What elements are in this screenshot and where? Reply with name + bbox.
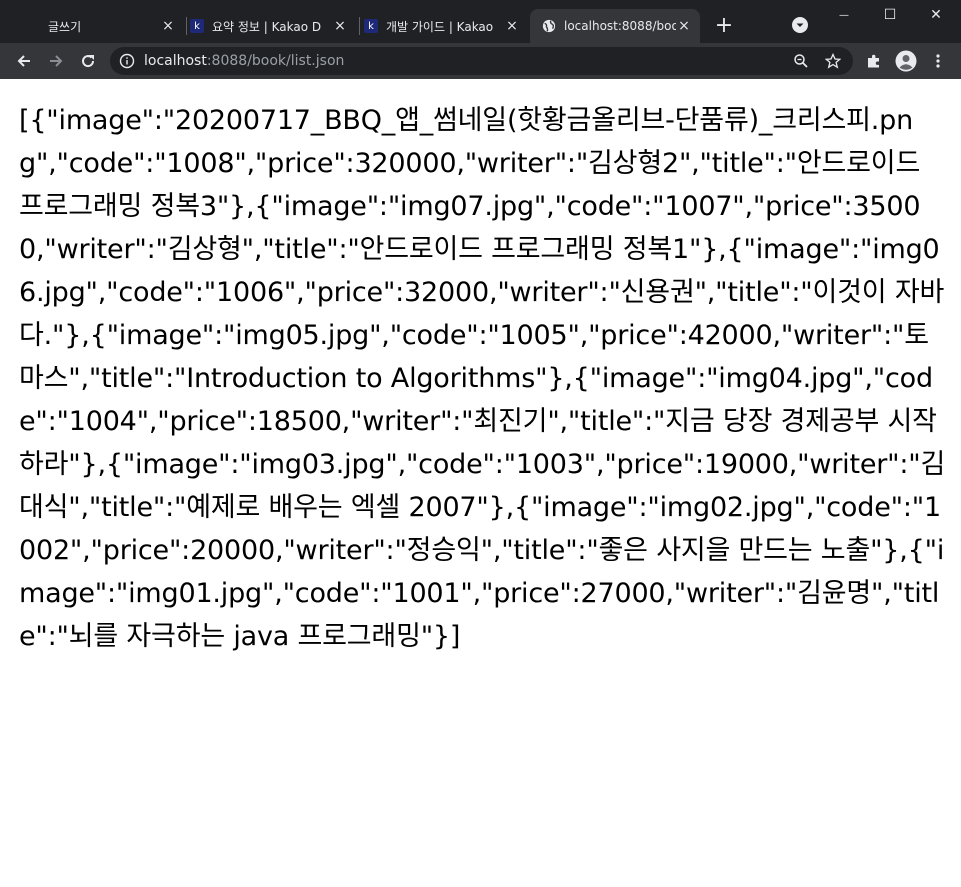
bookmark-star-icon[interactable] — [825, 53, 841, 69]
tab-separator — [186, 17, 187, 35]
browser-toolbar: localhost:8088/book/list.json — [0, 43, 961, 79]
avatar — [895, 50, 917, 72]
back-button[interactable] — [10, 47, 38, 75]
tab-kakao-summary[interactable]: k 요약 정보 | Kakao D × — [188, 9, 356, 43]
tab-title: 요약 정보 | Kakao D — [212, 19, 322, 34]
back-arrow-icon — [17, 55, 30, 67]
tab-title: 글쓰기 — [48, 19, 82, 34]
close-icon[interactable]: × — [676, 18, 692, 34]
maximize-button[interactable]: ☐ — [867, 0, 913, 30]
minimize-button[interactable]: — — [821, 0, 867, 30]
tab-kakao-guide[interactable]: k 개발 가이드 | Kakao × — [362, 9, 528, 43]
tab-title: localhost:8088/book — [564, 19, 676, 33]
tab-write[interactable]: 글쓰기 × — [8, 9, 184, 43]
close-icon[interactable]: × — [332, 18, 348, 34]
globe-icon — [542, 19, 556, 33]
tab-separator — [359, 17, 360, 35]
menu-button[interactable] — [924, 47, 952, 75]
address-bar[interactable]: localhost:8088/book/list.json — [110, 47, 853, 75]
tab-title: 개발 가이드 | Kakao — [386, 19, 494, 34]
profile-button[interactable] — [892, 47, 920, 75]
tab-localhost[interactable]: localhost:8088/book × — [530, 9, 700, 43]
url-path: :8088/book/list.json — [206, 53, 345, 69]
reload-icon — [82, 55, 95, 68]
url-text[interactable]: localhost:8088/book/list.json — [144, 53, 344, 69]
close-icon[interactable]: × — [160, 18, 176, 34]
kakao-favicon-icon: k — [364, 19, 378, 33]
url-host: localhost — [144, 53, 207, 69]
close-icon[interactable]: × — [504, 18, 520, 34]
reload-button[interactable] — [74, 47, 102, 75]
forward-arrow-icon — [50, 55, 63, 67]
new-tab-button[interactable]: + — [710, 11, 738, 39]
puzzle-icon — [868, 54, 879, 68]
window-close-button[interactable]: ✕ — [913, 0, 959, 30]
kakao-favicon-icon: k — [190, 19, 204, 33]
extensions-button[interactable] — [860, 47, 888, 75]
more-vert-icon — [936, 54, 940, 68]
forward-button[interactable] — [42, 47, 70, 75]
info-icon[interactable] — [119, 53, 135, 69]
json-response-text: [{"image":"20200717_BBQ_앱_썸네일(핫황금올리브-단품류… — [19, 105, 946, 652]
zoom-icon[interactable] — [793, 53, 809, 69]
tab-search-icon[interactable] — [791, 16, 809, 34]
tab-strip: 글쓰기 × k 요약 정보 | Kakao D × k 개발 가이드 | Kak… — [0, 0, 961, 43]
